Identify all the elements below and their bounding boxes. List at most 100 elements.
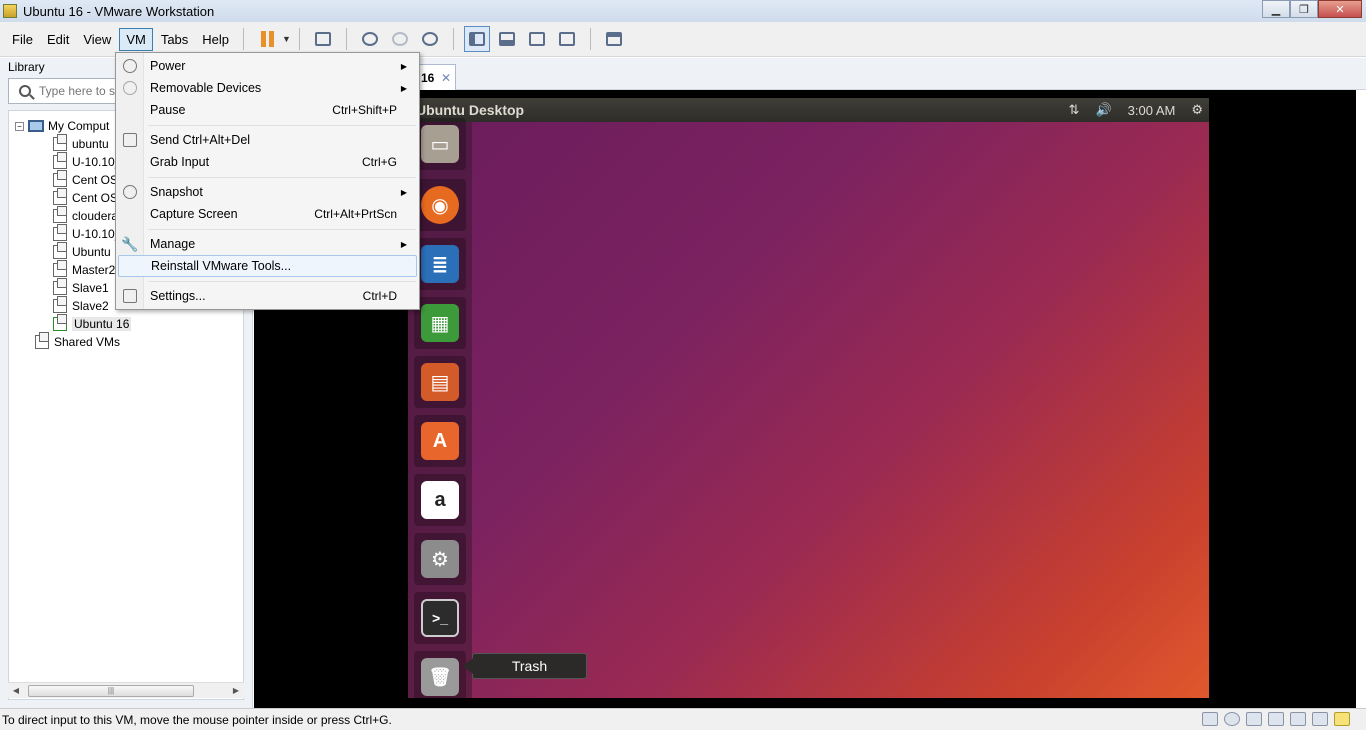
close-tab-icon[interactable]: ✕ [441,71,451,85]
toolbar-separator [589,28,591,50]
volume-icon[interactable]: 🔊 [1095,102,1111,118]
tree-label: Master2 [72,263,116,277]
tree-item[interactable]: U-10.10_ [53,152,121,171]
tree-item[interactable]: ubuntu [53,134,109,153]
tab-ubuntu-16[interactable]: 16 ✕ [414,64,456,90]
keyboard-icon [123,133,137,147]
revert-snapshot-button[interactable] [387,26,413,52]
launcher-software[interactable]: A [414,415,466,467]
network-arrows-icon[interactable]: ⇅ [1069,102,1080,118]
launcher-writer[interactable]: ≣ [414,238,466,290]
shared-vms-icon [35,332,49,349]
hard-disk-icon[interactable] [1202,712,1218,726]
menu-label: Grab Input [150,155,210,169]
menu-label: Settings... [150,289,206,303]
menu-help[interactable]: Help [196,29,235,50]
menu-item-send-ctrl-alt-del[interactable]: Send Ctrl+Alt+Del [118,129,417,151]
full-screen-button[interactable] [524,26,550,52]
system-gear-icon[interactable]: ⚙ [1191,102,1203,118]
ubuntu-desktop[interactable]: Ubuntu Desktop ⇅ 🔊 3:00 AM ⚙ ▭ ◉ ≣ ▦ ▤ A… [408,98,1209,698]
launcher-calc[interactable]: ▦ [414,297,466,349]
vm-icon [53,206,67,223]
tree-label: Cent OS [72,173,119,187]
launcher-impress[interactable]: ▤ [414,356,466,408]
clock[interactable]: 3:00 AM [1128,103,1176,118]
menu-item-capture-screen[interactable]: Capture Screen Ctrl+Alt+PrtScn [118,203,417,225]
menu-view[interactable]: View [77,29,117,50]
launcher-trash[interactable]: 🗑 [414,651,466,698]
tree-item[interactable]: cloudera [53,206,119,225]
tree-item[interactable]: Slave2 [53,296,109,315]
launcher-firefox[interactable]: ◉ [414,179,466,231]
pause-button[interactable] [254,26,280,52]
menu-tabs[interactable]: Tabs [155,29,194,50]
menu-vm[interactable]: VM [119,27,153,51]
maximize-button[interactable]: ❐ [1290,0,1318,18]
collapse-icon[interactable]: − [15,121,24,131]
tree-item-selected[interactable]: Ubuntu 16 [53,314,132,333]
menu-file[interactable]: File [6,29,39,50]
tree-item[interactable]: Ubuntu [53,242,111,261]
cd-drive-icon[interactable] [1224,712,1240,726]
menu-item-power[interactable]: Power ▶ [118,55,417,77]
chevron-down-icon[interactable]: ▼ [282,34,291,44]
sound-card-icon[interactable] [1312,712,1328,726]
menu-item-reinstall-vmware-tools[interactable]: Reinstall VMware Tools... [118,255,417,277]
scrollbar-thumb[interactable]: ||| [28,685,194,697]
vm-icon [53,170,67,187]
menu-item-manage[interactable]: 🔧 Manage ▶ [118,233,417,255]
tree-item[interactable]: Cent OS [53,170,119,189]
message-log-icon[interactable] [1334,712,1350,726]
launcher-terminal[interactable]: >_ [414,592,466,644]
menu-label: Send Ctrl+Alt+Del [150,133,251,147]
snapshot-manager-button[interactable] [417,26,443,52]
trash-tooltip: Trash [463,653,587,679]
tab-label: 16 [421,70,435,85]
revert-snapshot-icon [391,32,408,46]
tree-label: cloudera [72,209,119,223]
tree-item[interactable]: Cent OS [53,188,119,207]
launcher-files[interactable]: ▭ [414,118,466,170]
library-title: Library [8,60,45,74]
launcher-settings[interactable]: ⚙ [414,533,466,585]
menu-item-settings[interactable]: Settings... Ctrl+D [118,285,417,307]
vm-icon [53,278,67,295]
tree-label: Cent OS [72,191,119,205]
tree-item[interactable]: Slave1 [53,278,109,297]
close-button[interactable]: ✕ [1318,0,1362,18]
console-view-button[interactable] [601,26,627,52]
library-horizontal-scrollbar[interactable]: ◀ ||| ▶ [8,682,244,698]
take-snapshot-button[interactable] [357,26,383,52]
scroll-left-icon[interactable]: ◀ [8,686,24,695]
show-library-button[interactable] [463,26,490,52]
menu-item-snapshot[interactable]: Snapshot ▶ [118,181,417,203]
unity-button[interactable] [554,26,580,52]
show-thumbnail-bar-button[interactable] [494,26,520,52]
scroll-right-icon[interactable]: ▶ [228,686,244,695]
menu-edit[interactable]: Edit [41,29,75,50]
usb-icon[interactable] [1268,712,1284,726]
menu-item-pause[interactable]: Pause Ctrl+Shift+P [118,99,417,121]
minimize-button[interactable]: ▁ [1262,0,1290,18]
send-ctrl-alt-del-button[interactable] [310,26,336,52]
printer-icon[interactable] [1290,712,1306,726]
tree-root-my-computer[interactable]: − My Comput [15,117,109,135]
settings-icon [123,289,137,303]
network-adapter-icon[interactable] [1246,712,1262,726]
tree-shared-vms[interactable]: Shared VMs [35,332,121,351]
console-vertical-scrollbar[interactable] [1356,90,1366,708]
console-view-icon [605,32,622,46]
trash-icon: 🗑 [421,658,459,696]
tree-item[interactable]: U-10.10_ [53,224,121,243]
full-screen-icon [528,32,545,46]
vm-icon [53,152,67,169]
menu-shortcut: Ctrl+D [362,289,397,303]
tree-label: Shared VMs [54,335,121,349]
menu-label: Pause [150,103,186,117]
search-icon [19,85,31,97]
menu-item-grab-input[interactable]: Grab Input Ctrl+G [118,151,417,173]
tree-item[interactable]: Master2 [53,260,116,279]
launcher-amazon[interactable]: a [414,474,466,526]
menu-item-removable-devices[interactable]: Removable Devices ▶ [118,77,417,99]
menu-separator [148,281,416,282]
